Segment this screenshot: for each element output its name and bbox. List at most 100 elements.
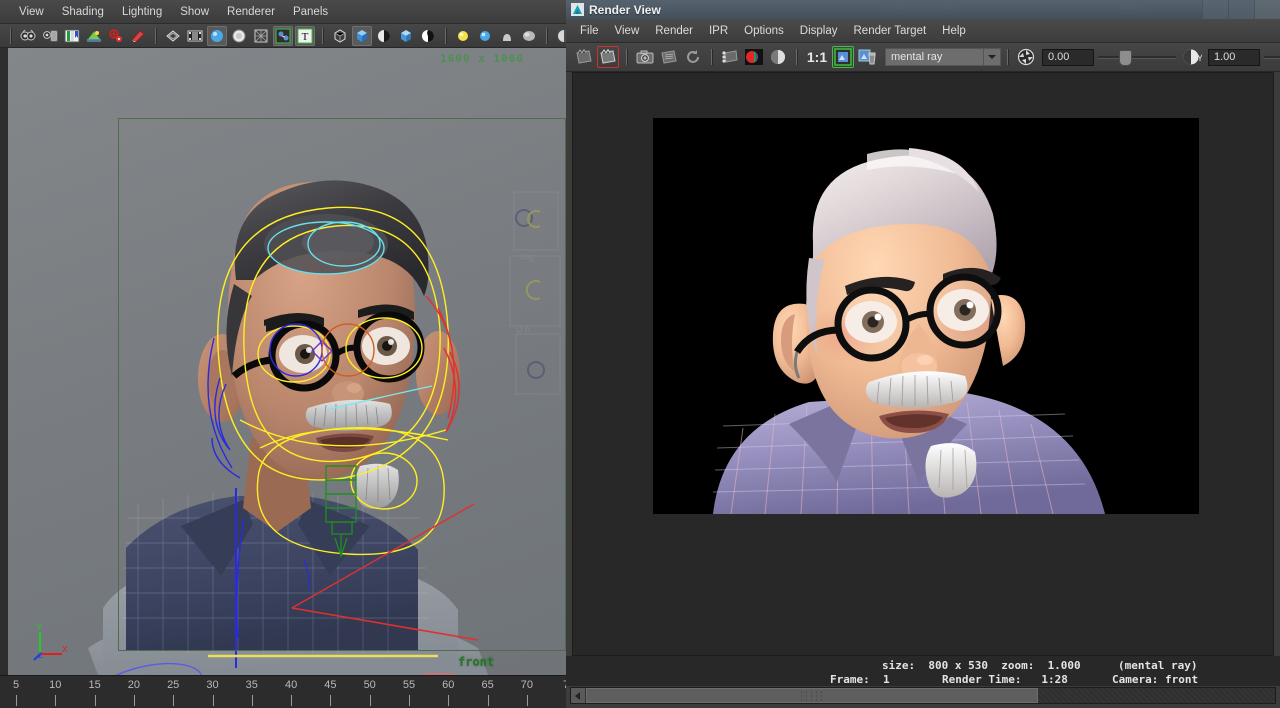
image-plane-icon[interactable] (84, 26, 104, 46)
timeline-tick-label: 40 (284, 679, 298, 691)
timeline-tick-label: 50 (363, 679, 376, 691)
timeline-tick (251, 695, 253, 706)
exposure-slider[interactable] (1098, 49, 1176, 66)
xray-icon[interactable] (163, 26, 183, 46)
render-canvas[interactable] (572, 72, 1274, 656)
renderer-select-value: mental ray (891, 51, 943, 63)
wireframe-shade-icon[interactable] (251, 26, 271, 46)
render-view-title: Render View (589, 2, 661, 17)
gamma-slider[interactable] (1264, 49, 1280, 65)
maya-viewport-panel: View Shading Lighting Show Renderer Panels T (0, 0, 639, 708)
shaded-cube-icon[interactable] (352, 25, 372, 46)
viewport-menu-show[interactable]: Show (171, 4, 218, 20)
grease-pencil-icon[interactable] (106, 26, 126, 46)
scroll-grip-dot (806, 695, 807, 696)
timeline-tick (94, 695, 96, 706)
hardware-texture-icon[interactable] (418, 26, 438, 46)
close-button[interactable] (1254, 0, 1280, 19)
texture-toggle-icon[interactable] (273, 25, 293, 46)
scroll-grip-dot (806, 699, 807, 700)
shadow-flat-icon[interactable] (519, 26, 539, 46)
render-region-icon[interactable] (573, 46, 595, 68)
status-renderer: (mental ray) (1118, 659, 1198, 672)
viewport-toolbar: T (0, 24, 639, 48)
scroll-grip-dot (801, 699, 802, 700)
svg-text:Y: Y (1197, 53, 1202, 63)
scroll-grip-dot (821, 699, 822, 700)
snapshot-icon[interactable] (634, 46, 656, 68)
viewport-menu-shading[interactable]: Shading (53, 4, 113, 20)
maximize-button[interactable] (1228, 0, 1254, 19)
exposure-slider-thumb[interactable] (1119, 50, 1133, 66)
viewport-menu-renderer[interactable]: Renderer (218, 4, 284, 20)
gamma-field[interactable]: 1.00 (1208, 48, 1260, 66)
timeline-tick (526, 695, 528, 706)
one-to-one-icon[interactable]: 1:1 (804, 46, 830, 68)
bounding-box-icon[interactable] (330, 26, 350, 46)
bookmark-icon[interactable] (62, 26, 82, 46)
toolbar-separator (7, 27, 14, 45)
horizontal-scroll-thumb[interactable] (586, 688, 1038, 703)
refresh-ipr-icon[interactable] (682, 46, 704, 68)
aperture-icon (1015, 46, 1037, 68)
render-menu-render[interactable]: Render (647, 23, 701, 39)
toolbar-separator (623, 48, 630, 66)
scroll-left-arrow[interactable] (571, 688, 586, 703)
horizontal-scrollbar[interactable] (570, 687, 1276, 704)
render-menu-view[interactable]: View (607, 23, 648, 39)
film-gate-icon[interactable] (185, 26, 205, 46)
render-menu-render-target[interactable]: Render Target (846, 23, 935, 39)
eraser-icon[interactable] (128, 26, 148, 46)
rendered-image (653, 118, 1199, 514)
render-menu-help[interactable]: Help (934, 23, 974, 39)
status-size: size: 800 x 530 zoom: 1.000 (882, 659, 1081, 672)
keep-image-icon[interactable] (832, 46, 854, 68)
gamma-icon: Y (1181, 46, 1203, 68)
camera-attributes-icon[interactable] (18, 26, 38, 46)
flat-shade-icon[interactable] (229, 26, 249, 46)
toolbar-separator (543, 27, 550, 45)
titlebar-ghost-icons: ▪ ▪ ▫ (1121, 3, 1148, 14)
smooth-shade-icon[interactable] (207, 25, 227, 46)
remove-image-icon[interactable] (856, 46, 878, 68)
timeline-tick-label: 25 (167, 679, 180, 691)
all-lights-icon[interactable] (475, 26, 495, 46)
timeline-tick (369, 695, 371, 706)
wireframe-cube-icon[interactable] (396, 26, 416, 46)
toolbar-separator (152, 27, 159, 45)
timeline-tick-label: 45 (324, 679, 337, 691)
scroll-grip-dot (816, 699, 817, 700)
render-menu-options[interactable]: Options (736, 23, 792, 39)
render-status-bar: size: 800 x 530 zoom: 1.000 (mental ray)… (566, 656, 1280, 686)
viewport-menu-panels[interactable]: Panels (284, 4, 337, 20)
scroll-track[interactable] (586, 688, 1275, 703)
xray-joints-icon[interactable] (374, 26, 394, 46)
camera-settings-icon[interactable] (40, 26, 60, 46)
render-view-titlebar[interactable]: Render View ▫▫▫▫▫ ▫▫▫ ▫▫▫▫ ▪ ▪ ▫ (566, 0, 1280, 20)
timeline-tick (55, 695, 57, 706)
renderer-select[interactable]: mental ray (885, 48, 1001, 66)
timeline-tick-label: 5 (12, 679, 20, 691)
timeline-tick-label: 65 (481, 679, 494, 691)
render-current-frame-icon[interactable] (597, 46, 619, 68)
ipr-region-icon[interactable] (719, 46, 741, 68)
window-controls[interactable] (1202, 0, 1280, 19)
default-light-icon[interactable] (453, 26, 473, 46)
rgb-channels-icon[interactable] (743, 46, 765, 68)
viewport-menu-lighting[interactable]: Lighting (113, 4, 171, 20)
viewport-menu-view[interactable]: View (10, 4, 53, 20)
timeline-ruler[interactable]: 5101520253035404550556065707 (0, 675, 566, 708)
exposure-field[interactable]: 0.00 (1042, 48, 1094, 66)
render-menu-ipr[interactable]: IPR (701, 23, 736, 39)
ipr-render-icon[interactable] (658, 46, 680, 68)
render-menu-display[interactable]: Display (792, 23, 846, 39)
render-menu-file[interactable]: File (572, 23, 607, 39)
text-toggle-icon[interactable]: T (295, 25, 315, 46)
viewport-3d[interactable]: ling D b 1600 x 1060 front Y X Z (8, 48, 566, 675)
chevron-down-icon[interactable] (983, 49, 1000, 65)
minimize-button[interactable] (1202, 0, 1228, 19)
timeline-tick-label: 60 (442, 679, 455, 691)
alpha-channel-icon[interactable] (767, 46, 789, 68)
status-render-time: Render Time: 1:28 (942, 673, 1068, 686)
shadow-off-icon[interactable] (497, 26, 517, 46)
